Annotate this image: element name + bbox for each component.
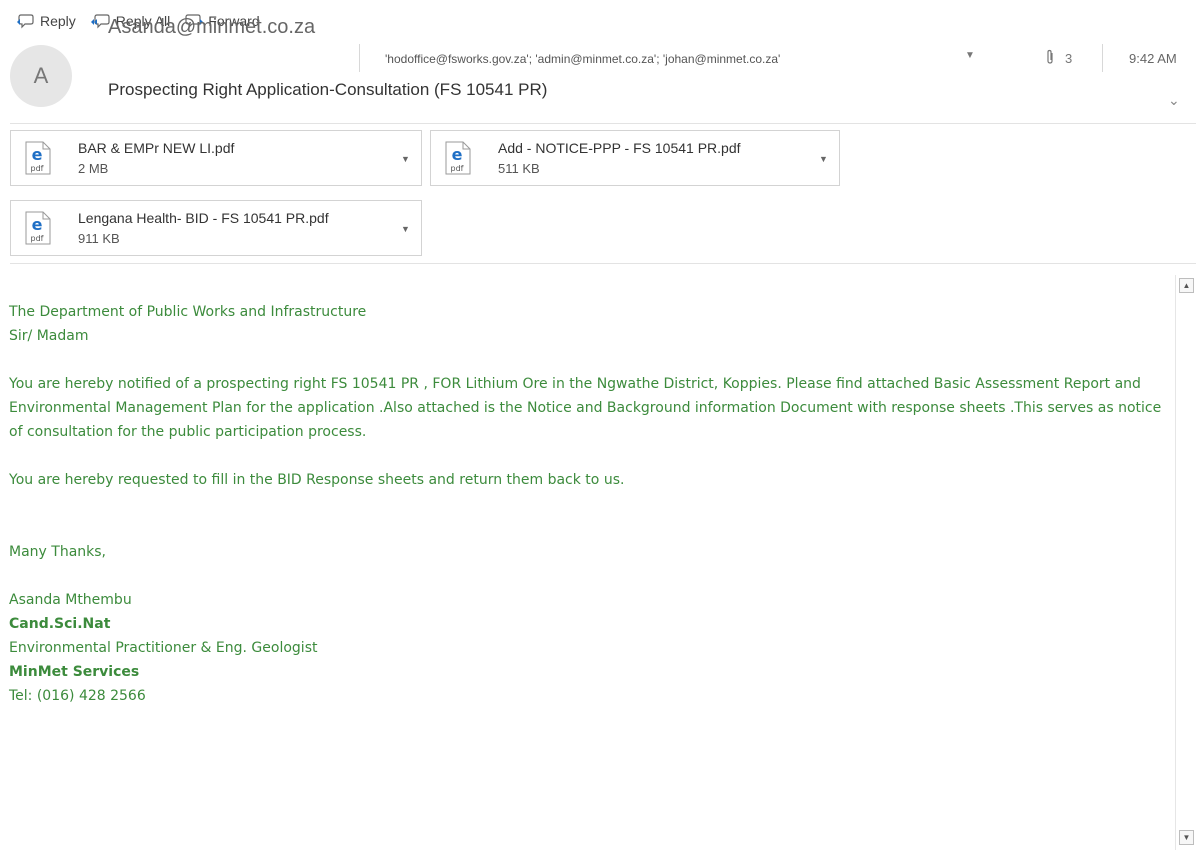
message-body: The Department of Public Works and Infra… — [9, 300, 1169, 708]
attachment-item[interactable]: e pdf BAR & EMPr NEW LI.pdf 2 MB ▼ — [10, 130, 422, 186]
expand-header-icon[interactable]: ⌄ — [1168, 92, 1180, 109]
body-addressee: The Department of Public Works and Infra… — [9, 304, 367, 320]
svg-text:e: e — [32, 215, 43, 234]
signature-phone: Tel: (016) 428 2566 — [9, 688, 146, 704]
body-closing: Many Thanks, — [9, 544, 106, 560]
body-salutation: Sir/ Madam — [9, 328, 89, 344]
reply-icon — [16, 13, 36, 29]
recipients-dropdown-icon[interactable]: ▼ — [965, 50, 975, 61]
reply-button[interactable]: Reply — [16, 13, 76, 29]
attachment-size: 911 KB — [78, 231, 120, 246]
avatar-initial: A — [33, 63, 49, 88]
message-subject: Prospecting Right Application-Consultati… — [108, 80, 548, 99]
attachment-size: 2 MB — [78, 161, 109, 176]
signature-title: Cand.Sci.Nat — [9, 616, 111, 632]
pdf-file-icon: e pdf — [25, 211, 51, 245]
divider — [10, 123, 1196, 124]
attachment-count-value: 3 — [1065, 51, 1073, 66]
attachment-dropdown-icon[interactable]: ▼ — [401, 224, 410, 234]
header-divider — [1102, 44, 1103, 72]
sender-address[interactable]: Asanda@minmet.co.za — [108, 16, 315, 39]
body-paragraph: You are hereby requested to fill in the … — [9, 472, 625, 488]
reply-label: Reply — [40, 13, 76, 29]
vertical-scrollbar[interactable]: ▲ ▼ — [1175, 275, 1196, 850]
paperclip-icon — [1045, 49, 1055, 68]
attachment-size: 511 KB — [498, 161, 540, 176]
attachment-name: Lengana Health- BID - FS 10541 PR.pdf — [78, 210, 329, 226]
attachment-dropdown-icon[interactable]: ▼ — [401, 154, 410, 164]
pdf-label: pdf — [451, 164, 464, 173]
signature-role: Environmental Practitioner & Eng. Geolog… — [9, 640, 318, 656]
recipients-list[interactable]: 'hodoffice@fsworks.gov.za'; 'admin@minme… — [385, 52, 780, 66]
attachment-item[interactable]: e pdf Add - NOTICE-PPP - FS 10541 PR.pdf … — [430, 130, 840, 186]
attachment-name: BAR & EMPr NEW LI.pdf — [78, 140, 235, 156]
signature-company: MinMet Services — [9, 664, 140, 680]
attachment-item[interactable]: e pdf Lengana Health- BID - FS 10541 PR.p… — [10, 200, 422, 256]
pdf-label: pdf — [31, 164, 44, 173]
scroll-up-button[interactable]: ▲ — [1179, 278, 1194, 293]
pdf-label: pdf — [31, 234, 44, 243]
pdf-file-icon: e pdf — [25, 141, 51, 175]
body-paragraph: You are hereby notified of a prospecting… — [9, 376, 1162, 440]
signature-name: Asanda Mthembu — [9, 592, 132, 608]
header-divider — [359, 44, 360, 72]
scroll-down-button[interactable]: ▼ — [1179, 830, 1194, 845]
message-time: 9:42 AM — [1129, 51, 1177, 66]
svg-text:e: e — [452, 145, 463, 164]
attachment-dropdown-icon[interactable]: ▼ — [819, 154, 828, 164]
attachment-count: 3 — [1045, 49, 1072, 68]
pdf-file-icon: e pdf — [445, 141, 471, 175]
divider — [10, 263, 1196, 264]
svg-text:e: e — [32, 145, 43, 164]
attachment-name: Add - NOTICE-PPP - FS 10541 PR.pdf — [498, 140, 741, 156]
sender-avatar[interactable]: A — [10, 45, 72, 107]
